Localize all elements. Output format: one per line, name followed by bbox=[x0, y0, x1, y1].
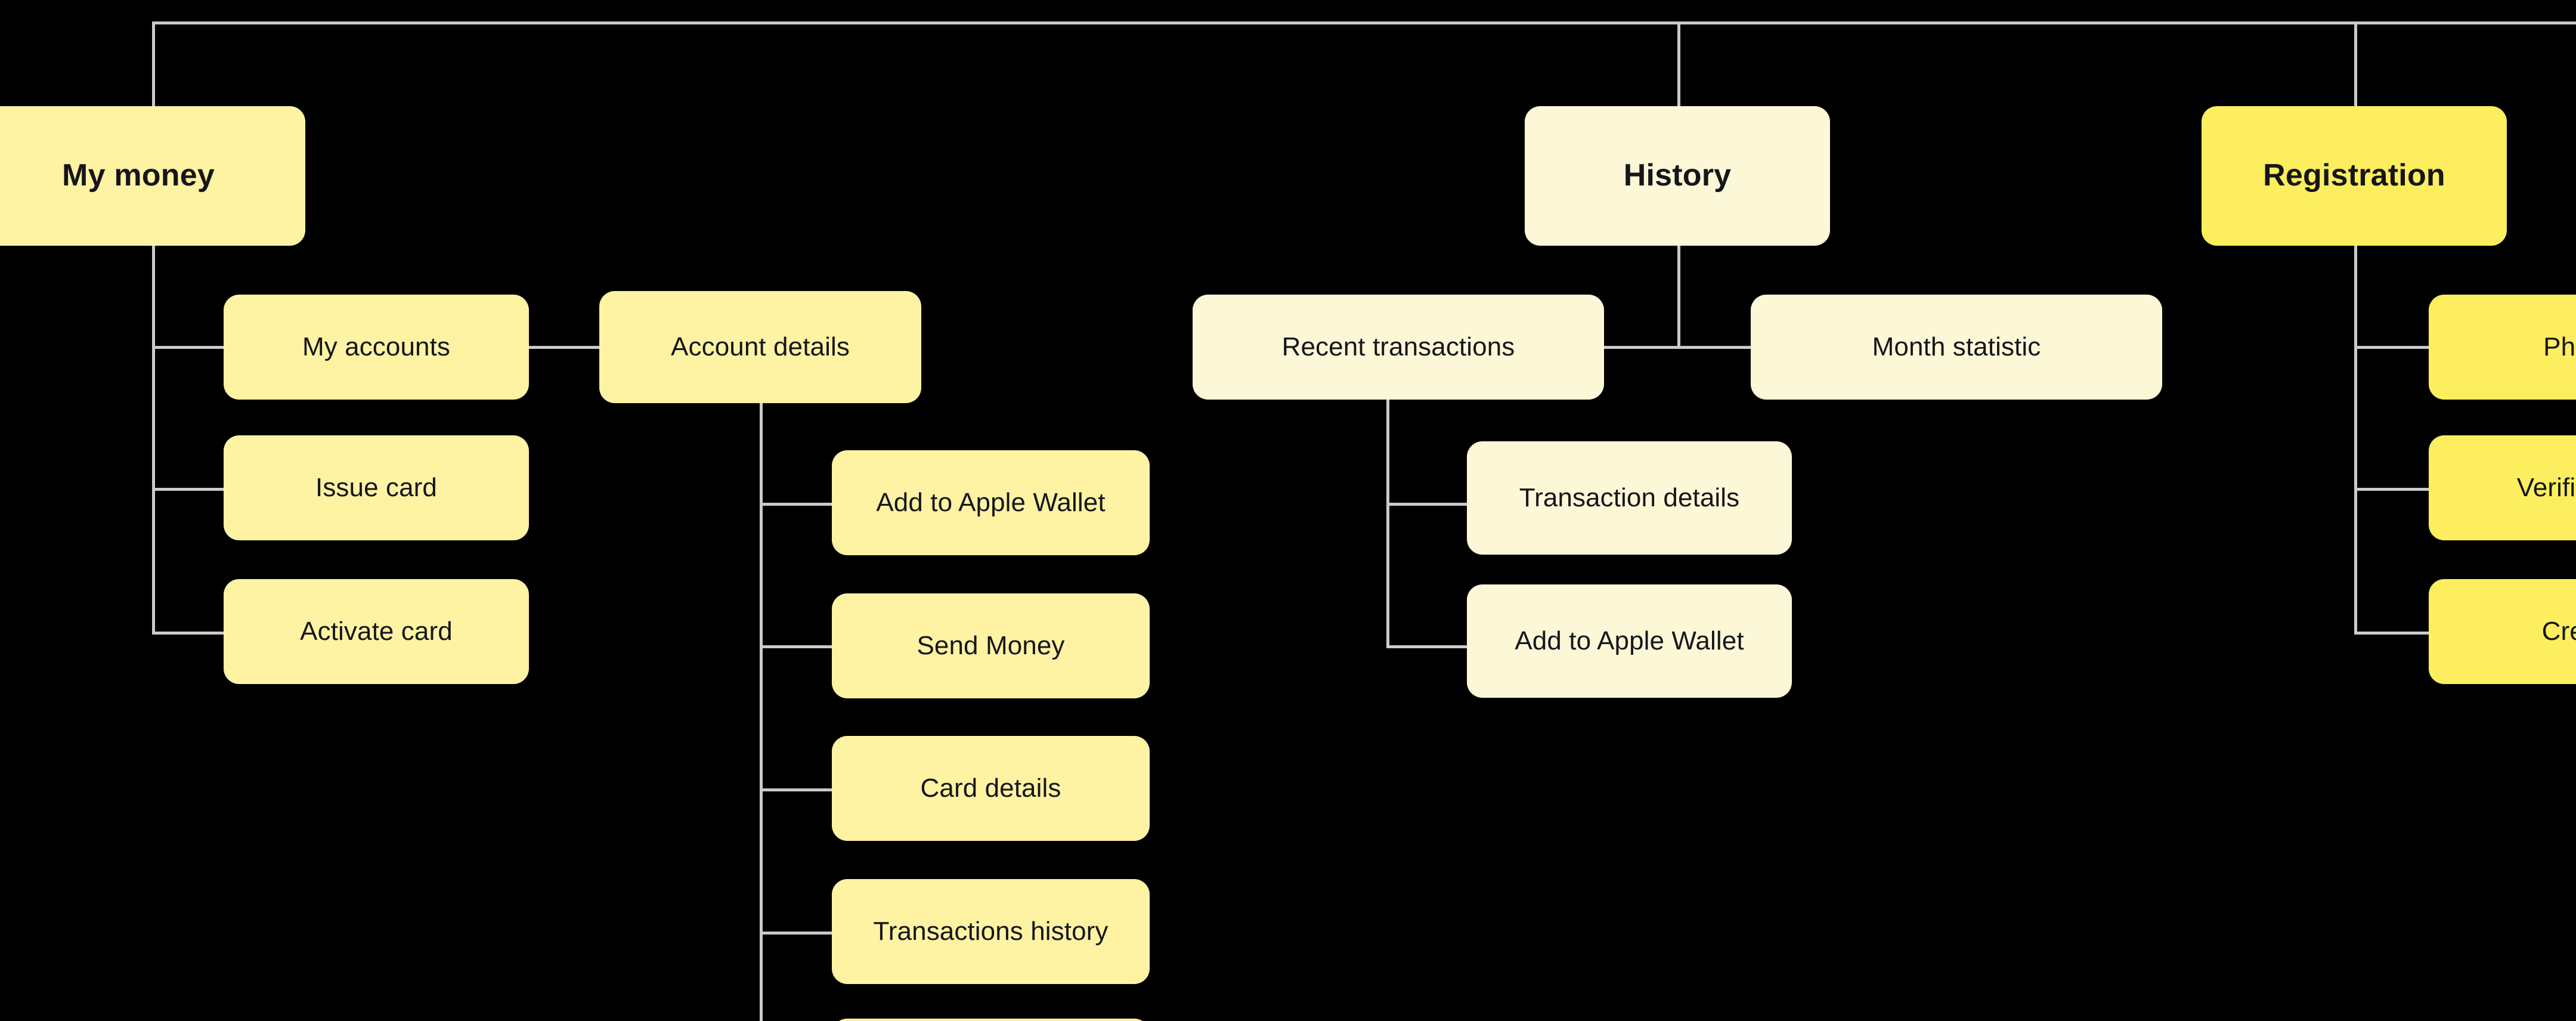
node-add-to-apple-wallet-history[interactable]: Add to Apple Wallet bbox=[1467, 584, 1792, 698]
connector-card-details bbox=[760, 788, 832, 791]
node-phone[interactable]: Phone bbox=[2429, 295, 2576, 400]
connector-my-accounts bbox=[152, 346, 225, 349]
node-add-to-apple-wallet-account[interactable]: Add to Apple Wallet bbox=[832, 450, 1150, 555]
node-verification[interactable]: Verification bbox=[2429, 435, 2576, 540]
connector-month-statistic bbox=[1677, 346, 1752, 349]
connector-issue-card bbox=[152, 488, 225, 491]
trunk-horizontal-line bbox=[152, 21, 2576, 24]
connector-create bbox=[2354, 632, 2430, 635]
trunk-drop-history bbox=[1677, 21, 1680, 109]
node-month-statistic[interactable]: Month statistic bbox=[1751, 295, 2162, 400]
node-registration[interactable]: Registration bbox=[2202, 106, 2507, 246]
trunk-drop-registration bbox=[2354, 21, 2357, 109]
node-account-details[interactable]: Account details bbox=[599, 291, 921, 403]
node-recent-transactions[interactable]: Recent transactions bbox=[1193, 295, 1604, 400]
connector-send-money bbox=[760, 645, 832, 648]
connector-account-details bbox=[529, 346, 600, 349]
node-history[interactable]: History bbox=[1525, 106, 1830, 246]
node-transactions-history[interactable]: Transactions history bbox=[832, 879, 1150, 984]
connector-add-to-apple-wallet-1 bbox=[760, 503, 832, 506]
node-send-money[interactable]: Send Money bbox=[832, 593, 1150, 698]
my-money-children-spine bbox=[152, 246, 155, 635]
connector-add-to-apple-wallet-2 bbox=[1386, 645, 1467, 648]
connector-phone bbox=[2354, 346, 2430, 349]
connector-transaction-details bbox=[1386, 503, 1467, 506]
sitemap-canvas: My money My accounts Issue card Activate… bbox=[0, 0, 2576, 1021]
connector-activate-card bbox=[152, 632, 225, 635]
registration-children-spine bbox=[2354, 246, 2357, 635]
node-clipped-bottom[interactable] bbox=[832, 1019, 1150, 1021]
node-my-accounts[interactable]: My accounts bbox=[224, 295, 529, 400]
trunk-drop-my-money bbox=[152, 21, 155, 109]
history-children-spine bbox=[1677, 246, 1680, 346]
recent-transactions-children-spine bbox=[1386, 400, 1389, 646]
account-details-children-spine bbox=[760, 403, 763, 1021]
connector-recent-transactions bbox=[1604, 346, 1679, 349]
connector-verification bbox=[2354, 488, 2430, 491]
node-issue-card[interactable]: Issue card bbox=[224, 435, 529, 540]
node-activate-card[interactable]: Activate card bbox=[224, 579, 529, 684]
connector-transactions-history bbox=[760, 932, 832, 935]
node-card-details[interactable]: Card details bbox=[832, 736, 1150, 841]
node-my-money[interactable]: My money bbox=[0, 106, 305, 246]
node-transaction-details[interactable]: Transaction details bbox=[1467, 441, 1792, 555]
node-create[interactable]: Create bbox=[2429, 579, 2576, 684]
